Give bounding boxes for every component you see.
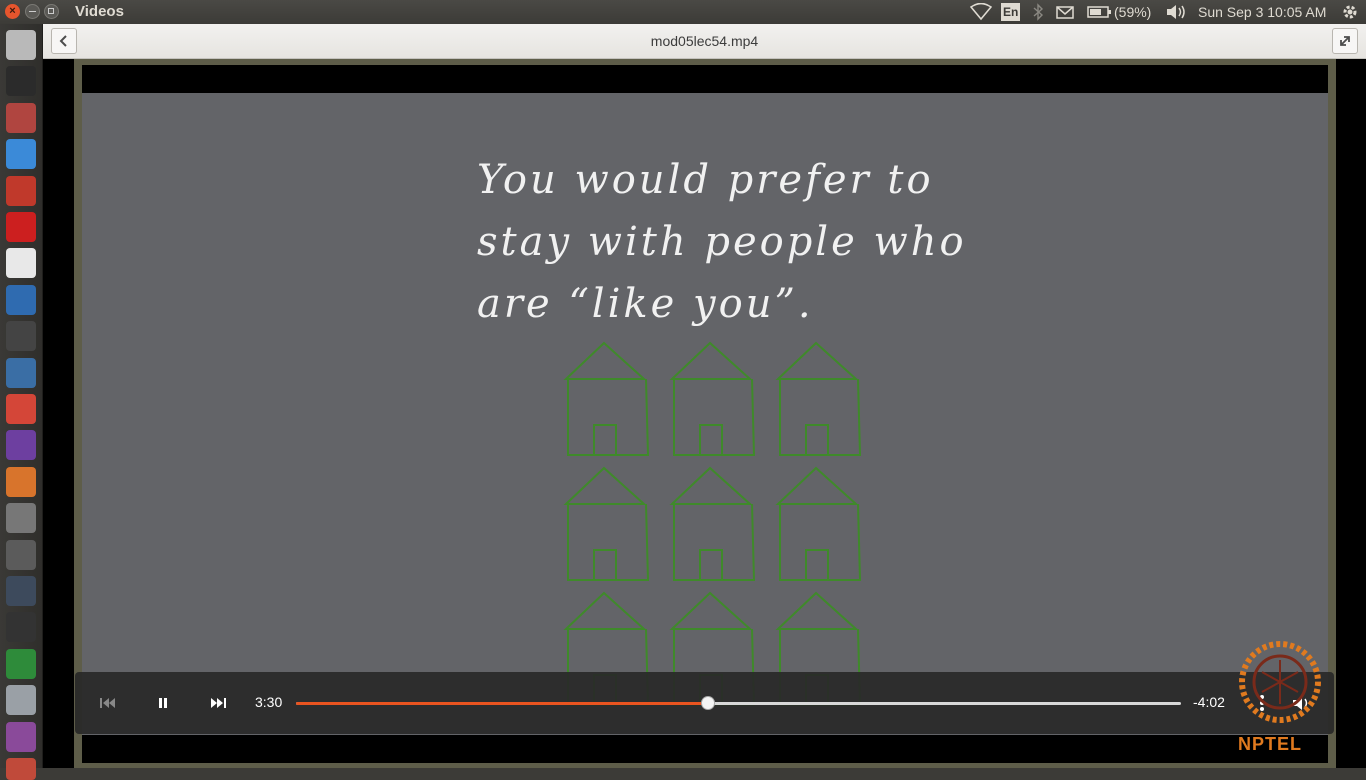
battery-icon[interactable] — [1087, 3, 1113, 21]
media-icon[interactable] — [6, 430, 36, 461]
houses-illustration — [563, 341, 862, 706]
system-gear-icon[interactable] — [1340, 3, 1360, 21]
house-icon — [669, 341, 756, 456]
dash-icon[interactable] — [6, 30, 36, 60]
top-panel: × Videos En (59%) Sun Sep 3 10:05 AM — [0, 0, 1366, 24]
text-editor-icon[interactable] — [6, 503, 36, 534]
geogebra-icon[interactable] — [6, 612, 36, 643]
writer-icon[interactable] — [6, 357, 36, 388]
app-title: Videos — [75, 3, 124, 20]
previous-button[interactable] — [94, 690, 120, 716]
letterbox-bottom — [82, 735, 1328, 763]
pause-button[interactable] — [150, 690, 176, 716]
chrome-icon[interactable] — [6, 139, 36, 170]
player-header: mod05lec54.mp4 — [43, 24, 1366, 59]
seek-progress — [296, 702, 708, 705]
files-icon[interactable] — [6, 102, 36, 133]
bluetooth-icon[interactable] — [1032, 3, 1044, 21]
r-icon[interactable] — [6, 284, 36, 315]
video-frame: You would prefer to stay with people who… — [74, 59, 1336, 768]
house-icon — [669, 466, 756, 581]
house-icon — [563, 466, 650, 581]
seek-bar[interactable] — [296, 696, 1181, 710]
house-icon — [775, 341, 862, 456]
window-maximize-button[interactable] — [44, 4, 59, 19]
document-viewer-icon[interactable] — [6, 248, 36, 279]
settings-icon[interactable] — [6, 175, 36, 206]
opera-icon[interactable] — [6, 212, 36, 242]
workspace-icon[interactable] — [6, 758, 36, 780]
nptel-logo-text: NPTEL — [1238, 734, 1303, 754]
house-icon — [775, 466, 862, 581]
letterbox-top — [82, 65, 1328, 93]
mail-icon[interactable] — [1056, 3, 1074, 21]
lecture-slide: You would prefer to stay with people who… — [82, 93, 1328, 763]
drive-icon[interactable] — [6, 685, 36, 716]
seek-handle[interactable] — [700, 696, 715, 710]
launcher — [0, 24, 43, 780]
time-elapsed: 3:30 — [255, 694, 283, 710]
calc-icon[interactable] — [6, 648, 36, 679]
player-controls: 3:30 -4:02 — [75, 672, 1334, 734]
clock[interactable]: Sun Sep 3 10:05 AM — [1198, 3, 1326, 21]
battery-percent: (59%) — [1114, 4, 1152, 20]
terminal-icon[interactable] — [6, 66, 36, 97]
impress-icon[interactable] — [6, 466, 36, 497]
wifi-icon[interactable] — [969, 2, 993, 21]
video-editor-icon[interactable] — [6, 321, 36, 352]
time-remaining: -4:02 — [1193, 694, 1225, 710]
window-minimize-button[interactable] — [25, 4, 40, 19]
sublime-icon[interactable] — [6, 539, 36, 570]
archive-icon[interactable] — [6, 721, 36, 752]
volume-icon[interactable] — [1165, 3, 1187, 21]
video-area[interactable]: You would prefer to stay with people who… — [43, 59, 1366, 768]
fullscreen-button[interactable] — [1332, 28, 1358, 54]
video-title: mod05lec54.mp4 — [650, 33, 759, 49]
house-icon — [563, 341, 650, 456]
keyboard-layout-indicator[interactable]: En — [1001, 3, 1021, 21]
gmail-icon[interactable] — [6, 394, 36, 424]
ipython-icon[interactable] — [6, 576, 36, 606]
window-close-button[interactable]: × — [5, 4, 20, 19]
next-button[interactable] — [206, 690, 232, 716]
